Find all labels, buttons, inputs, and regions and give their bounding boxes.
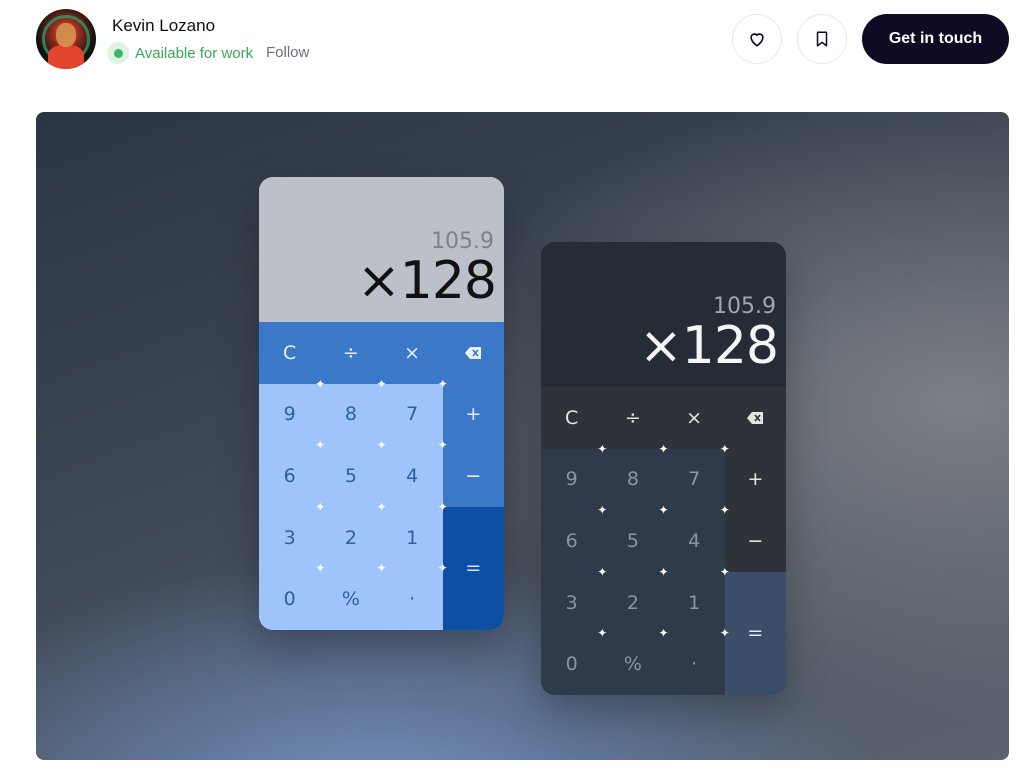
key-3[interactable]: 3	[259, 506, 321, 569]
key-0[interactable]: 0	[259, 568, 321, 630]
key-plus[interactable]: +	[442, 383, 504, 446]
key-7[interactable]: 7	[663, 448, 725, 511]
key-clear[interactable]: C	[259, 322, 321, 384]
availability-badge: Available for work	[107, 42, 253, 64]
key-plus[interactable]: +	[724, 448, 786, 511]
key-1[interactable]: 1	[381, 506, 443, 569]
bookmark-icon	[816, 31, 828, 47]
designer-name[interactable]: Kevin Lozano	[112, 16, 215, 36]
key-9[interactable]: 9	[541, 448, 603, 511]
key-multiply[interactable]: ×	[663, 387, 725, 449]
key-decimal[interactable]: ·	[663, 633, 725, 695]
key-percent[interactable]: %	[602, 633, 664, 695]
status-dot-icon	[107, 42, 129, 64]
key-8[interactable]: 8	[602, 448, 664, 511]
key-equals[interactable]: =	[442, 506, 504, 630]
key-2[interactable]: 2	[320, 506, 382, 569]
backspace-icon	[747, 411, 764, 424]
key-divide[interactable]: ÷	[320, 322, 382, 384]
key-9[interactable]: 9	[259, 383, 321, 446]
key-percent[interactable]: %	[320, 568, 382, 630]
follow-button[interactable]: Follow	[266, 44, 309, 61]
shot-image: 105.9 ×128 C ÷ × 9 8 7 + 6 5 4 − 3 2 1 =…	[36, 112, 1009, 760]
key-equals[interactable]: =	[724, 571, 786, 695]
calculator-display: 105.9 ×128	[541, 242, 786, 387]
key-5[interactable]: 5	[320, 445, 382, 507]
key-1[interactable]: 1	[663, 571, 725, 634]
key-decimal[interactable]: ·	[381, 568, 443, 630]
key-divide[interactable]: ÷	[602, 387, 664, 449]
key-clear[interactable]: C	[541, 387, 603, 449]
key-4[interactable]: 4	[381, 445, 443, 507]
key-6[interactable]: 6	[541, 510, 603, 572]
key-backspace[interactable]	[724, 387, 786, 449]
calculator-dark: 105.9 ×128 C ÷ × 9 8 7 + 6 5 4 − 3 2 1 =…	[541, 242, 786, 695]
key-7[interactable]: 7	[381, 383, 443, 446]
key-minus[interactable]: −	[724, 510, 786, 572]
key-2[interactable]: 2	[602, 571, 664, 634]
get-in-touch-button[interactable]: Get in touch	[862, 14, 1009, 64]
keypad: C ÷ × 9 8 7 + 6 5 4 − 3 2 1 = 0 % · ✦ ✦ ✦ ✦…	[541, 387, 786, 695]
availability-text: Available for work	[135, 44, 254, 62]
key-5[interactable]: 5	[602, 510, 664, 572]
key-0[interactable]: 0	[541, 633, 603, 695]
backspace-icon	[465, 346, 482, 359]
result-value: ×128	[639, 316, 779, 376]
save-button[interactable]	[797, 14, 847, 64]
designer-avatar[interactable]	[36, 9, 96, 69]
like-button[interactable]	[732, 14, 782, 64]
key-minus[interactable]: −	[442, 445, 504, 507]
result-value: ×128	[357, 251, 497, 311]
avatar-face	[56, 23, 76, 47]
key-8[interactable]: 8	[320, 383, 382, 446]
calculator-display: 105.9 ×128	[259, 177, 504, 322]
key-multiply[interactable]: ×	[381, 322, 443, 384]
key-backspace[interactable]	[442, 322, 504, 384]
key-3[interactable]: 3	[541, 571, 603, 634]
keypad: C ÷ × 9 8 7 + 6 5 4 − 3 2 1 = 0 % · ✦ ✦ ✦ ✦…	[259, 322, 504, 630]
calculator-light: 105.9 ×128 C ÷ × 9 8 7 + 6 5 4 − 3 2 1 =…	[259, 177, 504, 630]
key-6[interactable]: 6	[259, 445, 321, 507]
avatar-body	[48, 45, 84, 69]
heart-icon	[750, 33, 764, 47]
key-4[interactable]: 4	[663, 510, 725, 572]
